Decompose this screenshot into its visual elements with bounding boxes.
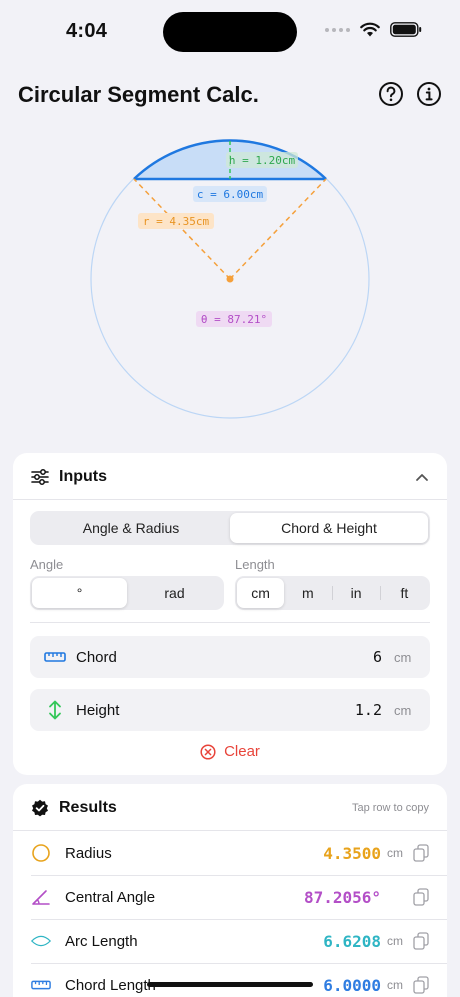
copy-icon[interactable] xyxy=(413,976,429,994)
status-time: 4:04 xyxy=(66,20,108,42)
height-label: h = 1.20cm xyxy=(229,154,296,167)
height-input-row[interactable]: Height 1.2 cm xyxy=(30,689,430,731)
result-label: Chord Length xyxy=(65,976,156,994)
center-point xyxy=(226,275,234,283)
chord-input-row[interactable]: Chord 6 cm xyxy=(30,636,430,678)
status-bar: 4:04 xyxy=(0,0,460,60)
height-input[interactable]: 1.2 xyxy=(355,701,382,719)
home-indicator[interactable] xyxy=(147,982,313,987)
angle-unit-label: Angle xyxy=(30,557,64,572)
help-icon[interactable] xyxy=(378,81,404,107)
height-unit: cm xyxy=(394,702,412,718)
angle-label: θ = 87.21° xyxy=(201,313,267,326)
vertical-arrows-icon xyxy=(49,700,61,720)
page-title: Circular Segment Calc. xyxy=(18,82,259,107)
results-title: Results xyxy=(59,799,117,816)
wifi-icon xyxy=(360,22,380,37)
length-unit-label: Length xyxy=(235,557,275,572)
status-icons xyxy=(325,22,422,37)
length-unit-in[interactable]: in xyxy=(333,578,380,608)
result-row-arc-length[interactable]: Arc Length 6.6208 cm xyxy=(13,919,447,963)
cellular-signal-icon xyxy=(325,27,350,32)
result-row-chord-length[interactable]: Chord Length 6.0000 cm xyxy=(13,963,447,997)
result-label: Radius xyxy=(65,844,112,862)
angle-icon xyxy=(31,887,51,907)
result-row-central-angle[interactable]: Central Angle 87.2056° xyxy=(13,875,447,919)
result-unit: cm xyxy=(387,846,403,860)
result-value: 87.2056° xyxy=(303,887,381,907)
clear-label: Clear xyxy=(224,743,260,760)
circle-icon xyxy=(31,843,51,863)
mode-segmented-control: Angle & Radius Chord & Height xyxy=(30,511,430,545)
inputs-title: Inputs xyxy=(59,468,107,485)
result-value: 6.0000 xyxy=(323,975,381,995)
angle-unit-control: ° rad xyxy=(30,576,224,610)
inputs-divider xyxy=(13,499,447,500)
results-header: Results Tap row to copy xyxy=(31,796,429,820)
units-divider xyxy=(30,622,430,623)
clear-button[interactable]: Clear xyxy=(13,743,447,760)
app-header: Circular Segment Calc. xyxy=(18,78,442,112)
sliders-icon xyxy=(31,469,49,485)
segment-diagram: h = 1.20cm c = 6.00cm r = 4.35cm θ = 87.… xyxy=(90,139,370,419)
battery-icon xyxy=(390,22,422,37)
chord-label-text: Chord xyxy=(76,648,117,666)
info-icon[interactable] xyxy=(416,81,442,107)
result-unit: cm xyxy=(387,934,403,948)
arc-lens-icon xyxy=(31,931,51,951)
tab-angle-radius[interactable]: Angle & Radius xyxy=(32,513,230,543)
radius-label: r = 4.35cm xyxy=(143,215,210,228)
length-unit-cm[interactable]: cm xyxy=(237,578,285,608)
angle-unit-degrees[interactable]: ° xyxy=(32,578,127,608)
inputs-card: Inputs Angle & Radius Chord & Height Ang… xyxy=(13,453,447,775)
chord-unit: cm xyxy=(394,649,412,665)
chord-label: c = 6.00cm xyxy=(197,188,264,201)
copy-icon[interactable] xyxy=(413,932,429,950)
inputs-header[interactable]: Inputs xyxy=(31,465,429,489)
result-row-radius[interactable]: Radius 4.3500 cm xyxy=(13,831,447,875)
dynamic-island xyxy=(163,12,297,52)
result-label: Arc Length xyxy=(65,932,138,950)
copy-icon[interactable] xyxy=(413,844,429,862)
length-unit-control: cm m in ft xyxy=(235,576,430,610)
chevron-up-icon[interactable] xyxy=(415,472,429,482)
ruler-icon xyxy=(44,652,66,662)
copy-hint: Tap row to copy xyxy=(351,802,429,814)
result-value: 6.6208 xyxy=(323,931,381,951)
copy-icon[interactable] xyxy=(413,888,429,906)
tab-chord-height[interactable]: Chord & Height xyxy=(230,513,428,543)
result-unit: cm xyxy=(387,978,403,992)
clear-circle-icon xyxy=(200,743,216,760)
result-label: Central Angle xyxy=(65,888,156,906)
angle-unit-radians[interactable]: rad xyxy=(127,578,222,608)
ruler-icon xyxy=(31,975,51,995)
length-unit-ft[interactable]: ft xyxy=(381,578,428,608)
length-unit-m[interactable]: m xyxy=(284,578,331,608)
result-value: 4.3500 xyxy=(323,843,381,863)
chord-input[interactable]: 6 xyxy=(373,648,382,666)
height-label-text: Height xyxy=(76,701,120,719)
results-card: Results Tap row to copy Radius 4.3500 cm… xyxy=(13,784,447,997)
verified-badge-icon xyxy=(32,799,48,817)
